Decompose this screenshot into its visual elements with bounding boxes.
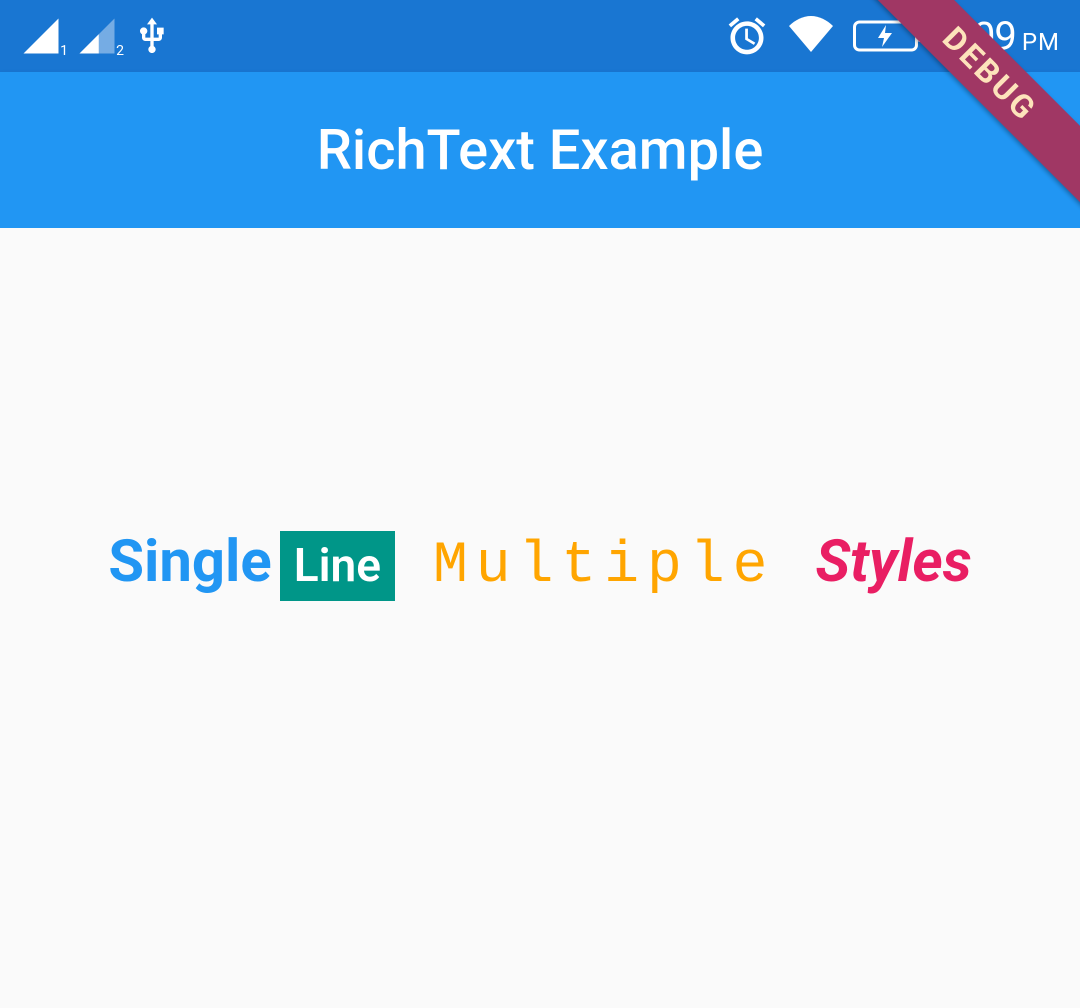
time-value: 7:09 [943,13,1016,60]
app-bar: RichText Example [0,72,1080,228]
time-ampm: PM [1022,28,1060,56]
status-right: 7:09 PM [725,13,1060,60]
status-bar: 1 2 7:09 PM [0,0,1080,72]
page-title: RichText Example [317,117,764,183]
segment-single: Single [108,528,271,596]
status-time: 7:09 PM [943,13,1060,60]
body-area: Single Line Multiple Styles [0,228,1080,1008]
battery-charging-icon [853,19,925,53]
signal-1-sub: 1 [60,43,68,59]
cellular-signal-1-icon: 1 [20,15,62,57]
segment-multiple: Multiple [433,534,775,599]
cellular-signal-2-icon: 2 [76,15,118,57]
status-left: 1 2 [20,12,172,60]
wifi-icon [787,16,835,56]
segment-styles: Styles [815,528,971,596]
signal-2-sub: 2 [116,43,124,59]
usb-icon [132,12,172,60]
segment-line: Line [280,531,395,601]
rich-text-line: Single Line Multiple Styles [108,528,971,601]
alarm-icon [725,14,769,58]
